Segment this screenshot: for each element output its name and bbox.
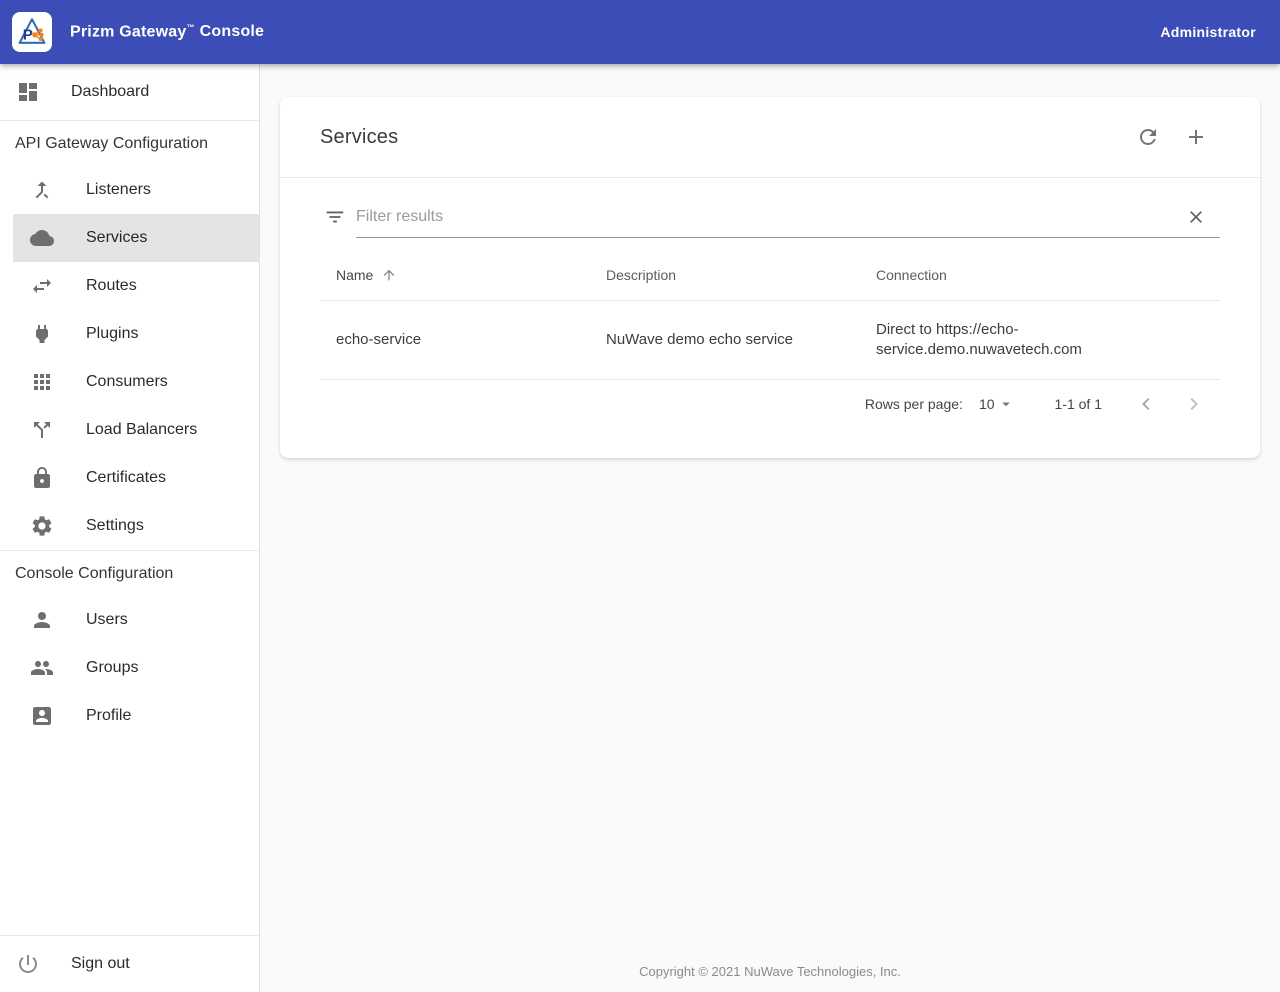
cell-name: echo-service [320,301,590,379]
account-box-icon [30,704,54,728]
cloud-icon [30,226,54,250]
app-title-console: Console [200,23,265,40]
card-header: Services [280,97,1260,177]
call-split-icon [30,418,54,442]
current-user-menu[interactable]: Administrator [1160,24,1256,40]
sidebar-item-certificates[interactable]: Certificates [0,454,259,502]
services-card: Services [280,97,1260,458]
connection-text: Direct to https://echo-service.demo.nuwa… [876,320,1116,360]
sign-out-button[interactable]: Sign out [0,936,259,992]
chevron-left-icon [1134,392,1158,416]
sort-ascending-icon [381,267,397,283]
page-title: Services [320,126,398,149]
filter-field [356,196,1220,238]
next-page-button[interactable] [1182,392,1206,416]
cell-description: NuWave demo echo service [590,301,860,379]
swap-arrows-icon [30,274,54,298]
sidebar-item-label: Listeners [86,181,151,199]
sidebar-item-groups[interactable]: Groups [0,644,259,692]
sidebar-item-label: Services [86,229,147,247]
sidebar-item-plugins[interactable]: Plugins [0,310,259,358]
apps-grid-icon [30,370,54,394]
pagination: Rows per page: 10 1-1 of 1 [280,380,1260,428]
dropdown-arrow-icon [997,395,1015,413]
sidebar: Dashboard API Gateway Configuration List… [0,64,260,992]
column-header-label: Name [336,267,373,283]
sidebar-item-label: Users [86,611,128,629]
people-icon [30,656,54,680]
app-title-brand: Prizm Gateway [70,23,186,40]
cell-connection: Direct to https://echo-service.demo.nuwa… [860,301,1220,379]
copyright: Copyright © 2021 NuWave Technologies, In… [260,964,1280,979]
rows-per-page-label: Rows per page: [865,396,963,412]
rows-per-page-select[interactable]: 10 [979,395,1015,413]
filter-list-icon [324,206,346,228]
trademark-symbol: ™ [186,23,194,32]
lock-icon [30,466,54,490]
chevron-right-icon [1182,392,1206,416]
refresh-button[interactable] [1136,125,1160,149]
add-service-button[interactable] [1184,125,1208,149]
app-title: Prizm Gateway™ Console [70,23,264,41]
svg-text:P: P [23,27,33,44]
rows-per-page-value: 10 [979,396,995,412]
close-icon [1186,207,1206,227]
gear-icon [30,514,54,538]
sidebar-item-label: Certificates [86,469,166,487]
sidebar-item-label: Load Balancers [86,421,197,439]
clear-filter-button[interactable] [1186,207,1206,227]
sidebar-item-dashboard[interactable]: Dashboard [0,64,259,120]
sidebar-item-profile[interactable]: Profile [0,692,259,740]
sidebar-item-label: Dashboard [71,83,149,101]
sign-out-label: Sign out [71,955,130,973]
app-header: P Prizm Gateway™ Console Administrator [0,0,1280,64]
column-header-name[interactable]: Name [320,250,590,300]
sidebar-item-listeners[interactable]: Listeners [0,166,259,214]
dashboard-icon [16,80,40,104]
filter-row [324,196,1220,238]
power-plug-icon [30,322,54,346]
sidebar-item-label: Plugins [86,325,138,343]
page-range-label: 1-1 of 1 [1055,396,1102,412]
main-content: Services [260,64,1280,992]
call-merge-icon [30,178,54,202]
prizm-logo-icon: P [12,12,52,52]
previous-page-button[interactable] [1134,392,1158,416]
sidebar-item-consumers[interactable]: Consumers [0,358,259,406]
filter-input[interactable] [356,208,1186,226]
services-table: Name Description Connection echo-service… [320,250,1220,380]
sidebar-item-label: Profile [86,707,131,725]
column-header-description[interactable]: Description [590,250,860,300]
person-icon [30,608,54,632]
sidebar-item-users[interactable]: Users [0,596,259,644]
sidebar-item-services[interactable]: Services [13,214,259,262]
refresh-icon [1136,125,1160,149]
section-console-configuration: Console Configuration [0,551,259,596]
sidebar-item-label: Consumers [86,373,168,391]
plus-icon [1184,125,1208,149]
section-api-gateway-configuration: API Gateway Configuration [0,121,259,166]
power-icon [16,952,40,976]
sidebar-item-settings[interactable]: Settings [0,502,259,550]
sidebar-item-label: Settings [86,517,144,535]
sidebar-item-label: Groups [86,659,138,677]
sidebar-item-routes[interactable]: Routes [0,262,259,310]
sidebar-item-label: Routes [86,277,137,295]
column-header-connection[interactable]: Connection [860,250,1220,300]
table-header-row: Name Description Connection [320,250,1220,301]
table-row[interactable]: echo-service NuWave demo echo service Di… [320,301,1220,380]
card-divider [280,177,1260,178]
sidebar-item-load-balancers[interactable]: Load Balancers [0,406,259,454]
